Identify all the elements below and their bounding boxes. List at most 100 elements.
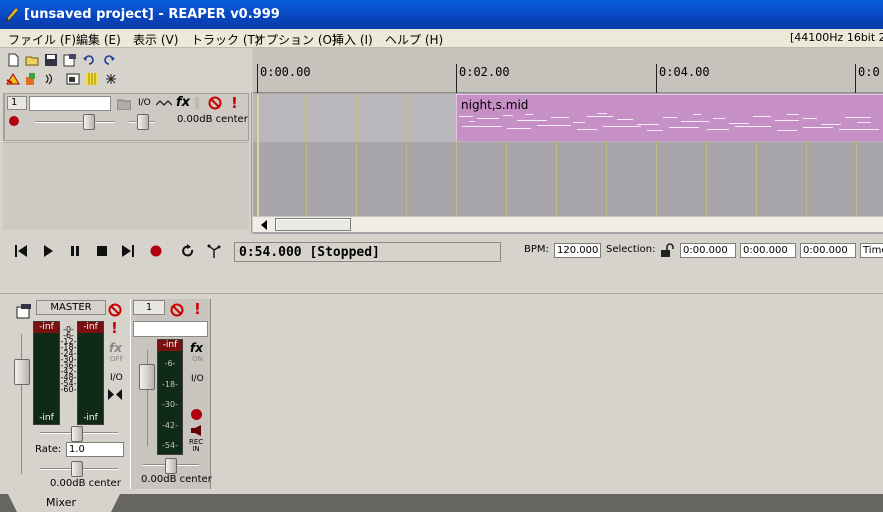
selection-start-input[interactable]: 0:00.000 [680,243,736,258]
stop-icon[interactable] [95,244,109,258]
undo-icon[interactable] [82,53,96,67]
ruler-label: 0:04.00 [659,65,710,79]
project-settings-icon[interactable] [63,53,77,67]
track-solo-icon[interactable]: ! [231,94,238,112]
master-meter-scale: -0- -6- -12- -18- -24- -30- -36- -42- -4… [60,325,77,423]
ruler-label: 0:00.00 [260,65,311,79]
tcp-empty-area[interactable] [3,142,249,230]
track-pan-knob[interactable] [137,114,149,130]
track-volume-knob[interactable] [83,114,95,130]
master-mute-icon[interactable] [108,303,122,317]
auto-crossfade-icon[interactable] [206,243,222,259]
track-name-input[interactable] [29,96,111,111]
ruler-mark [656,64,657,93]
scale-tick: -30- [162,400,178,409]
new-project-icon[interactable] [6,53,20,67]
track-io-button[interactable]: I/O [138,98,151,108]
scale-tick: -18- [162,379,178,389]
master-solo-icon[interactable]: ! [111,319,118,337]
menu-bar: ファイル (F) 編集 (E) 表示 (V) トラック (T) オプション (O… [0,29,883,48]
save-project-icon[interactable] [44,53,58,67]
rate-input[interactable]: 1.0 [66,442,124,457]
track-record-arm-icon[interactable] [8,115,20,127]
master-settings-icon[interactable] [16,303,32,319]
track-fx-bypass[interactable] [195,97,199,109]
master-peak-right: -inf [78,322,103,333]
menu-track[interactable]: トラック (T) [191,31,260,48]
selection-label: Selection: [606,244,656,255]
menu-edit[interactable]: 編集 (E) [76,31,121,48]
repeat-icon[interactable] [181,244,195,258]
mixer-tab[interactable]: Mixer [8,494,120,512]
selection-length-input[interactable]: 0:00.000 [800,243,856,258]
channel-mute-icon[interactable] [170,303,184,317]
play-icon[interactable] [41,244,55,258]
menu-view[interactable]: 表示 (V) [133,31,178,48]
horizontal-scrollbar[interactable] [253,216,883,232]
scroll-thumb[interactable] [275,218,351,231]
channel-rec-input-label[interactable]: REC IN [189,439,203,453]
mixer-tab-label: Mixer [46,496,77,509]
channel-solo-icon[interactable]: ! [194,300,201,318]
track-envelope-icon[interactable] [156,99,172,107]
track-mute-icon[interactable] [208,96,222,110]
goto-end-icon[interactable] [121,244,135,258]
master-pan-knob[interactable] [71,426,83,442]
playrate-knob[interactable] [71,461,83,477]
channel-rec-monitor-icon[interactable] [191,425,202,436]
midi-item[interactable]: night,s.mid [456,94,883,141]
menu-file[interactable]: ファイル (F) [8,31,76,48]
channel-fader-knob[interactable] [139,364,155,390]
selection-end-input[interactable]: 0:00.000 [740,243,796,258]
master-mono-stereo-icon[interactable] [108,389,122,400]
master-fx-button[interactable]: fx [109,341,122,355]
master-io-button[interactable]: I/O [110,373,123,383]
channel-pan-knob[interactable] [165,458,177,474]
reaper-app-icon [5,7,19,22]
master-label: MASTER [36,300,106,315]
crossfade-icon[interactable] [104,72,118,86]
channel-name-input[interactable] [133,321,208,337]
channel-meter-scale: -6- -18- -30- -42- -54- [160,354,180,457]
title-bar[interactable]: [unsaved project] - REAPER v0.999 [0,0,883,29]
redo-icon[interactable] [102,53,116,67]
metronome-icon[interactable] [6,72,20,86]
grid-lines-icon[interactable] [85,72,99,86]
master-fader-knob[interactable] [14,359,30,385]
audio-format-info: [44100Hz 16bit 2/2 [790,31,883,44]
scroll-left-arrow-icon[interactable] [259,219,269,231]
channel-fx-button[interactable]: fx [190,341,203,355]
time-mode-select[interactable]: Time [860,243,883,258]
docker-tab-bar [0,494,883,512]
track-volume-pan-readout: 0.00dB center [177,114,248,125]
menu-insert[interactable]: 挿入 (I) [332,31,373,48]
timeline-ruler[interactable]: 0:00.00 0:02.00 0:04.00 0:0 [253,48,883,93]
bpm-input[interactable]: 120.000 [554,243,601,258]
track-volume-slider-track [35,121,115,123]
track-header[interactable]: 1 I/O fx ! 0.00dB center [3,93,249,141]
menu-help[interactable]: ヘルプ (H) [385,31,443,48]
rate-label: Rate: [35,444,62,455]
selection-lock-icon[interactable] [660,243,674,258]
envelope-lock-icon[interactable] [66,72,80,86]
master-bottom-right: -inf [78,413,103,424]
goto-start-icon[interactable] [14,244,28,258]
ripple-edit-icon[interactable] [43,72,57,86]
menu-options[interactable]: オプション (O) [254,31,337,48]
ruler-mark [257,64,258,93]
master-peak-left: -inf [34,322,59,333]
scale-tick: -6- [164,359,176,368]
pause-icon[interactable] [68,244,82,258]
channel-io-button[interactable]: I/O [191,374,204,384]
record-icon[interactable] [149,244,163,258]
master-volume-pan-readout: 0.00dB center [50,478,121,489]
channel-record-arm-icon[interactable] [190,408,203,421]
master-vu-right: -inf -inf [77,321,104,425]
grid-line [406,94,407,216]
grid-line [306,94,307,216]
empty-track-area[interactable] [253,142,883,216]
grid-snap-icon[interactable] [25,72,39,86]
track-folder-icon[interactable] [117,98,131,110]
open-project-icon[interactable] [25,53,39,67]
track-fx-button[interactable]: fx [176,95,190,110]
